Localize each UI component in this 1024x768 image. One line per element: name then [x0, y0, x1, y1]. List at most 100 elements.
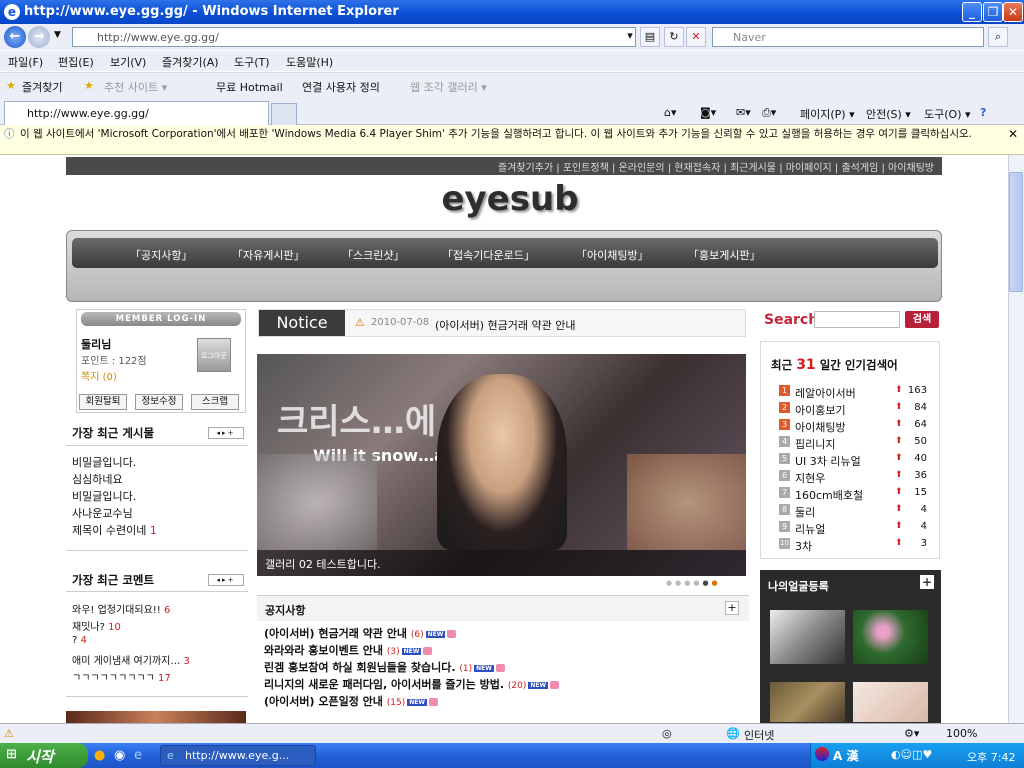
home-icon[interactable]: ⌂▾ — [664, 106, 677, 119]
popular-item[interactable]: 7 160cm배호철 ⬆ 15 — [761, 487, 939, 504]
safety-menu[interactable]: 안전(S) ▾ — [866, 106, 911, 122]
list-item[interactable]: 재밋나? 10 — [72, 618, 121, 633]
fav-suggested-sites[interactable]: 추천 사이트 ▾ — [104, 79, 167, 95]
list-item[interactable]: 심심하네요 — [72, 471, 123, 487]
firefox-icon[interactable]: ● — [94, 748, 105, 763]
feeds-icon[interactable]: ◙▾ — [700, 106, 716, 119]
address-dropdown-icon[interactable]: ▾ — [620, 27, 640, 47]
menu-favorites[interactable]: 즐겨찾기(A) — [162, 54, 219, 70]
list-item[interactable]: 애미 게이냄새 여기까지… 3 — [72, 652, 190, 667]
close-button[interactable]: ✕ — [1003, 2, 1023, 22]
notice-item[interactable]: 와라와라 홍보이벤트 안내 (3) NEW — [264, 642, 433, 658]
menu-view[interactable]: 보기(V) — [110, 54, 146, 70]
print-icon[interactable]: ⎙▾ — [762, 106, 776, 120]
site-top-nav[interactable]: 즐겨찾기추가 | 포인트정책 | 온라인문의 | 현재접속자 | 최근게시물 |… — [66, 157, 942, 175]
site-search-input[interactable] — [814, 311, 900, 328]
ime-mode-icon[interactable]: A 漢 — [833, 747, 858, 764]
list-item[interactable]: 사나운교수님 — [72, 505, 133, 521]
list-item[interactable]: 비밀글입니다. — [72, 454, 136, 470]
face-thumb[interactable] — [770, 610, 845, 664]
face-thumb[interactable] — [770, 682, 845, 722]
fav-web-slice-gallery[interactable]: 웹 조각 갤러리 ▾ — [410, 79, 487, 95]
zoom-level[interactable]: 100% — [946, 727, 977, 740]
left-banner-image[interactable] — [66, 711, 246, 723]
notice-item[interactable]: (아이서버) 오픈일정 안내 (15) NEW — [264, 693, 438, 709]
outlook-icon[interactable]: ◉ — [114, 748, 125, 763]
maximize-button[interactable]: ❐ — [983, 2, 1003, 22]
popular-item[interactable]: 1 레알아이서버 ⬆ 163 — [761, 385, 939, 402]
popular-item[interactable]: 6 지현우 ⬆ 36 — [761, 470, 939, 487]
protected-mode-icon[interactable]: ⚙▾ — [904, 727, 919, 740]
info-close-icon[interactable]: ✕ — [1008, 128, 1018, 140]
notice-item[interactable]: 리니지의 새로운 패러다임, 아이서버를 즐기는 방법. (20) NEW — [264, 676, 560, 692]
favorites-button[interactable]: 즐겨찾기 — [22, 79, 62, 95]
back-button[interactable]: ← — [4, 26, 26, 48]
list-item[interactable]: 제목이 수련이네 1 — [72, 522, 157, 538]
taskbar-ie-window[interactable]: e http://www.eye.g... — [160, 745, 316, 766]
list-item[interactable]: ㄱㄱㄱㄱㄱㄱㄱㄱㄱ 17 — [72, 669, 171, 684]
popular-item[interactable]: 3 아이채팅방 ⬆ 64 — [761, 419, 939, 436]
site-search-button[interactable]: 검색 — [905, 311, 939, 328]
fav-custom-links[interactable]: 연결 사용자 정의 — [302, 79, 380, 95]
popular-item[interactable]: 5 UI 3차 리뉴얼 ⬆ 40 — [761, 453, 939, 470]
notice-item[interactable]: 린겜 홍보참여 하실 회원님들을 찾습니다. (1) NEW — [264, 659, 505, 675]
mail-icon[interactable]: ✉▾ — [736, 106, 751, 119]
ime-icon[interactable] — [815, 747, 829, 761]
start-button[interactable]: ⊞ 시작 — [0, 743, 88, 768]
stop-icon[interactable]: ✕ — [686, 27, 706, 47]
refresh-icon[interactable]: ↻ — [664, 27, 684, 47]
nav-chat[interactable]: 「아이채팅방」 — [576, 247, 649, 263]
history-dropdown-icon[interactable]: ▼ — [54, 30, 61, 40]
popular-item[interactable]: 8 둘리 ⬆ 4 — [761, 504, 939, 521]
add-favorite-icon[interactable]: ★ — [84, 79, 94, 92]
withdraw-button[interactable]: 회원탈퇴 — [79, 394, 127, 410]
compat-view-icon[interactable]: ▤ — [640, 27, 660, 47]
scrollbar-thumb[interactable] — [1009, 172, 1023, 292]
tools-menu[interactable]: 도구(O) ▾ — [924, 106, 971, 122]
nav-notice[interactable]: 「공지사항」 — [130, 247, 192, 263]
menu-tools[interactable]: 도구(T) — [234, 54, 270, 70]
nav-screenshot[interactable]: 「스크린샷」 — [342, 247, 404, 263]
face-thumb[interactable] — [853, 610, 928, 664]
minimize-button[interactable]: _ — [962, 2, 982, 22]
tab-current[interactable]: http://www.eye.gg.gg/ — [4, 101, 269, 125]
menu-edit[interactable]: 편집(E) — [58, 54, 94, 70]
address-input[interactable]: http://www.eye.gg.gg/ — [72, 27, 636, 47]
info-bar[interactable]: ⓘ 이 웹 사이트에서 'Microsoft Corporation'에서 배포… — [0, 125, 1024, 155]
nav-promo-board[interactable]: 「홍보게시판」 — [688, 247, 761, 263]
popular-item[interactable]: 10 3차 ⬆ 3 — [761, 538, 939, 555]
help-icon[interactable]: ? — [980, 106, 986, 119]
list-item[interactable]: 와우! 업청기대되요!! 6 — [72, 601, 170, 616]
notice-item[interactable]: (아이서버) 현금거래 약관 안내 (6) NEW — [264, 625, 457, 641]
logout-button[interactable]: 로그아웃 — [197, 338, 231, 372]
faces-more-button[interactable]: + — [920, 575, 934, 589]
search-icon[interactable]: ⌕ — [988, 27, 1008, 47]
notice-ticker[interactable]: Notice ⚠ 2010-07-08 (아이서버) 현금거래 약관 안내 — [258, 309, 746, 337]
page-menu[interactable]: 페이지(P) ▾ — [800, 106, 855, 122]
ie-quicklaunch-icon[interactable]: e — [134, 748, 142, 763]
site-logo[interactable]: eyesub — [420, 179, 600, 219]
notices-more-button[interactable]: + — [725, 601, 739, 615]
list-item[interactable]: 비밀글입니다. — [72, 488, 136, 504]
gallery-pager[interactable]: ●●●●●● — [666, 579, 721, 587]
list-item[interactable]: ? 4 — [72, 635, 87, 646]
recent-posts-nav[interactable]: ◂▸+ — [208, 427, 244, 439]
edit-info-button[interactable]: 정보수정 — [135, 394, 183, 410]
recent-comments-nav[interactable]: ◂▸+ — [208, 574, 244, 586]
popular-item[interactable]: 4 핍리니지 ⬆ 50 — [761, 436, 939, 453]
popular-item[interactable]: 2 아이홍보기 ⬆ 84 — [761, 402, 939, 419]
scrap-button[interactable]: 스크랩 — [191, 394, 239, 410]
nav-free-board[interactable]: 「자유게시판」 — [232, 247, 305, 263]
forward-button[interactable]: → — [28, 26, 50, 48]
popular-item[interactable]: 9 리뉴얼 ⬆ 4 — [761, 521, 939, 538]
search-input[interactable]: Naver — [712, 27, 984, 47]
menu-file[interactable]: 파일(F) — [8, 54, 43, 70]
nav-download[interactable]: 「접속기다운로드」 — [442, 247, 535, 263]
new-tab-button[interactable] — [271, 103, 297, 125]
gallery-slideshow[interactable]: 크리스…에 눈이올 Will it snow…as? 갤러리 02 테스트합니다… — [257, 354, 746, 576]
tray-icons[interactable]: ◐☺◫♥ — [891, 748, 932, 761]
fav-hotmail[interactable]: 무료 Hotmail — [216, 79, 283, 95]
memo-link[interactable]: 쪽지 (0) — [81, 368, 117, 383]
menu-help[interactable]: 도움말(H) — [286, 54, 333, 70]
face-thumb[interactable] — [853, 682, 928, 722]
